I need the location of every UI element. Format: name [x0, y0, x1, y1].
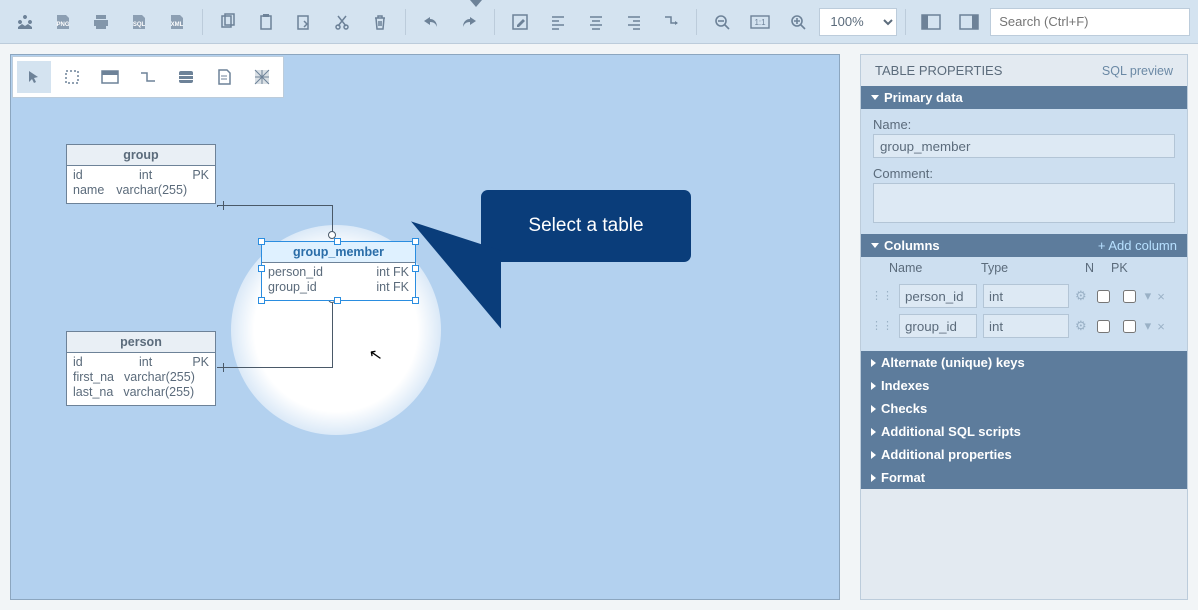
- gear-icon[interactable]: ⚙: [1075, 288, 1087, 304]
- delete-icon[interactable]: [363, 6, 397, 38]
- pk-checkbox[interactable]: [1123, 290, 1136, 303]
- select-tool[interactable]: [17, 61, 51, 93]
- redo-icon[interactable]: [452, 6, 486, 38]
- zoom-select[interactable]: 100%: [819, 8, 897, 36]
- align-right-icon[interactable]: [617, 6, 651, 38]
- chevron-right-icon: [871, 359, 876, 367]
- panel-title: TABLE PROPERTIES: [875, 63, 1002, 78]
- remove-column-icon[interactable]: ×: [1157, 289, 1165, 304]
- column-name-input[interactable]: [899, 314, 977, 338]
- panel-left-icon[interactable]: [914, 6, 948, 38]
- tool-palette: [12, 56, 284, 98]
- zoom-reset-icon[interactable]: 1:1: [743, 6, 777, 38]
- column-row[interactable]: ⋮⋮ ⚙ ▾ ×: [861, 311, 1187, 341]
- erd-table-person[interactable]: person idintPK first_navarchar(255) last…: [66, 331, 216, 406]
- route-icon[interactable]: [655, 6, 689, 38]
- new-relation-tool[interactable]: [131, 61, 165, 93]
- new-note-tool[interactable]: [207, 61, 241, 93]
- gear-icon[interactable]: ⚙: [1075, 318, 1087, 334]
- section-header-primary-data[interactable]: Primary data: [861, 86, 1187, 109]
- nullable-checkbox[interactable]: [1097, 290, 1110, 303]
- export-sql-icon[interactable]: SQL: [122, 6, 156, 38]
- section-header-format[interactable]: Format: [861, 466, 1187, 489]
- search-input[interactable]: [990, 8, 1190, 36]
- nullable-checkbox[interactable]: [1097, 320, 1110, 333]
- comment-label: Comment:: [873, 166, 1175, 181]
- export-png-icon[interactable]: PNG: [46, 6, 80, 38]
- name-label: Name:: [873, 117, 1175, 132]
- chevron-down-icon: [871, 95, 879, 100]
- insertion-marker: [470, 0, 482, 7]
- diagram-canvas[interactable]: group idintPK namevarchar(255) person id…: [10, 54, 840, 600]
- column-type-input[interactable]: [983, 284, 1069, 308]
- section-header-add-props[interactable]: Additional properties: [861, 443, 1187, 466]
- copy-icon[interactable]: [211, 6, 245, 38]
- paste-style-icon[interactable]: [287, 6, 321, 38]
- section-header-columns[interactable]: Columns + Add column: [861, 234, 1187, 257]
- chevron-right-icon: [871, 405, 876, 413]
- column-type-input[interactable]: [983, 314, 1069, 338]
- chevron-right-icon: [871, 428, 876, 436]
- main-toolbar: PNG SQL XML 1:1 100%: [0, 0, 1198, 44]
- new-view-tool[interactable]: [169, 61, 203, 93]
- section-header-indexes[interactable]: Indexes: [861, 374, 1187, 397]
- erd-table-group-member[interactable]: group_member person_idint FK group_idint…: [261, 241, 416, 301]
- chevron-right-icon: [871, 474, 876, 482]
- relation-line: [217, 367, 332, 368]
- erd-table-group[interactable]: group idintPK namevarchar(255): [66, 144, 216, 204]
- zoom-in-icon[interactable]: [781, 6, 815, 38]
- paste-icon[interactable]: [249, 6, 283, 38]
- cut-icon[interactable]: [325, 6, 359, 38]
- tutorial-callout: Select a table: [481, 190, 691, 262]
- properties-panel: TABLE PROPERTIES SQL preview Primary dat…: [860, 54, 1188, 600]
- erd-table-header: group_member: [262, 242, 415, 263]
- column-row[interactable]: ⋮⋮ ⚙ ▾ ×: [861, 281, 1187, 311]
- align-left-icon[interactable]: [541, 6, 575, 38]
- pk-checkbox[interactable]: [1123, 320, 1136, 333]
- chevron-right-icon: [871, 451, 876, 459]
- section-header-alt-keys[interactable]: Alternate (unique) keys: [861, 351, 1187, 374]
- erd-table-header: group: [67, 145, 215, 166]
- drag-handle-icon[interactable]: ⋮⋮: [871, 322, 893, 330]
- column-name-input[interactable]: [899, 284, 977, 308]
- section-header-sql-scripts[interactable]: Additional SQL scripts: [861, 420, 1187, 443]
- sql-preview-link[interactable]: SQL preview: [1102, 64, 1173, 78]
- more-icon[interactable]: ▾: [1145, 318, 1152, 334]
- svg-text:XML: XML: [171, 22, 184, 28]
- align-center-icon[interactable]: [579, 6, 613, 38]
- add-column-link[interactable]: + Add column: [1098, 238, 1177, 253]
- table-name-input[interactable]: [873, 134, 1175, 158]
- columns-header-row: Name Type N PK: [861, 257, 1187, 281]
- remove-column-icon[interactable]: ×: [1157, 319, 1165, 334]
- drag-handle-icon[interactable]: ⋮⋮: [871, 292, 893, 300]
- erd-table-header: person: [67, 332, 215, 353]
- more-icon[interactable]: ▾: [1145, 288, 1152, 304]
- print-icon[interactable]: [84, 6, 118, 38]
- undo-icon[interactable]: [414, 6, 448, 38]
- svg-text:1:1: 1:1: [755, 18, 767, 27]
- zoom-out-icon[interactable]: [705, 6, 739, 38]
- edit-icon[interactable]: [503, 6, 537, 38]
- marquee-tool[interactable]: [55, 61, 89, 93]
- panel-right-icon[interactable]: [952, 6, 986, 38]
- svg-text:SQL: SQL: [133, 22, 146, 28]
- chevron-down-icon: [871, 243, 879, 248]
- svg-text:PNG: PNG: [56, 22, 69, 28]
- chevron-right-icon: [871, 382, 876, 390]
- table-comment-input[interactable]: [873, 183, 1175, 223]
- export-xml-icon[interactable]: XML: [160, 6, 194, 38]
- new-area-tool[interactable]: [245, 61, 279, 93]
- export-image-icon[interactable]: [8, 6, 42, 38]
- new-table-tool[interactable]: [93, 61, 127, 93]
- section-header-checks[interactable]: Checks: [861, 397, 1187, 420]
